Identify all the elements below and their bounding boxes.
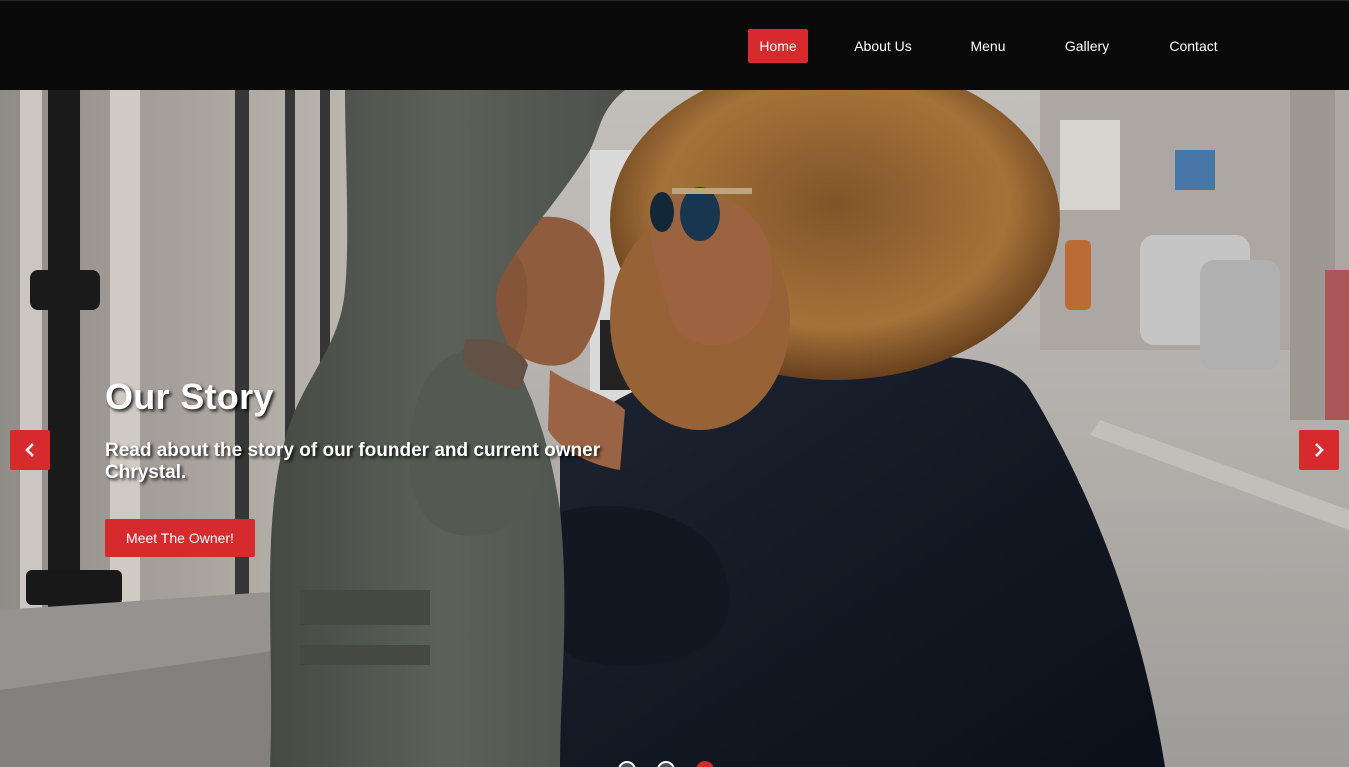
chevron-left-icon [25,443,34,457]
nav-item-home[interactable]: Home [748,29,808,63]
nav-item-menu[interactable]: Menu [960,29,1016,63]
nav-item-gallery[interactable]: Gallery [1053,29,1121,63]
meet-the-owner-button[interactable]: Meet The Owner! [105,519,255,557]
nav-item-contact[interactable]: Contact [1158,29,1229,63]
top-navbar: Home About Us Menu Gallery Contact [0,0,1349,90]
hero-title: Our Story [105,376,274,417]
hero-carousel: Our Story Read about the story of our fo… [0,90,1349,767]
hero-description: Read about the story of our founder and … [105,440,601,483]
chevron-right-icon [1315,443,1324,457]
carousel-next-button[interactable] [1299,430,1339,470]
nav-item-about-us[interactable]: About Us [843,29,923,63]
carousel-prev-button[interactable] [10,430,50,470]
hero-background-photo [0,90,1349,767]
